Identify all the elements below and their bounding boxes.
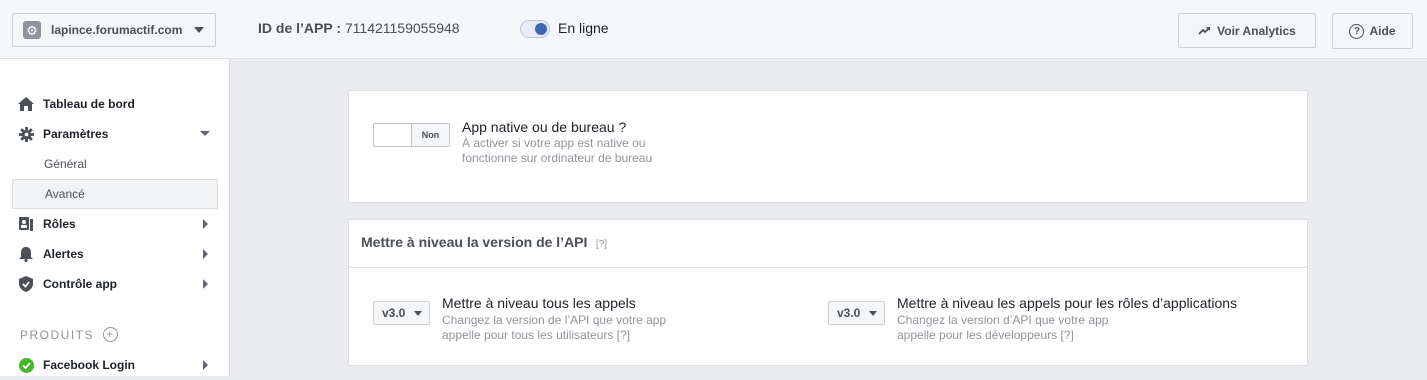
roles-calls-version-select[interactable]: v3.0 bbox=[828, 301, 885, 325]
shield-icon bbox=[16, 276, 36, 292]
view-analytics-button[interactable]: Voir Analytics bbox=[1178, 13, 1316, 48]
all-calls-description: Changez la version de l’API que votre ap… bbox=[442, 313, 667, 342]
native-app-description: À activer si votre app est native ou fon… bbox=[462, 136, 653, 165]
app-id-label: ID de l’APP : bbox=[258, 20, 341, 36]
all-calls-version-select[interactable]: v3.0 bbox=[373, 301, 430, 325]
sidebar-item-label: Paramètres bbox=[43, 127, 109, 141]
toggle-state-label: Non bbox=[411, 124, 449, 146]
native-app-card: Non App native ou de bureau ? À activer … bbox=[348, 90, 1308, 203]
toggle-knob bbox=[535, 23, 547, 35]
sidebar: Tableau de bord Paramètres Général Avanc… bbox=[0, 59, 230, 376]
sidebar-item-label: Avancé bbox=[45, 187, 85, 201]
trend-up-icon bbox=[1198, 26, 1211, 36]
sidebar-item-label: Tableau de bord bbox=[43, 97, 135, 111]
chevron-right-icon bbox=[203, 279, 208, 289]
products-header: PRODUITS + bbox=[20, 327, 119, 342]
roles-calls-description: Changez la version d’API que votre app a… bbox=[897, 313, 1109, 342]
chevron-down-icon bbox=[869, 311, 877, 316]
chevron-right-icon bbox=[203, 219, 208, 229]
roles-icon bbox=[16, 216, 36, 232]
sidebar-item-label: Alertes bbox=[43, 247, 84, 261]
sidebar-item-general[interactable]: Général bbox=[12, 149, 218, 179]
api-upgrade-card: Mettre à niveau la version de l’API [?] … bbox=[348, 219, 1308, 366]
sidebar-item-label: Rôles bbox=[43, 217, 76, 231]
api-upgrade-title: Mettre à niveau la version de l’API bbox=[361, 234, 588, 250]
app-id-value: 711421159055948 bbox=[344, 20, 460, 36]
chevron-right-icon bbox=[203, 249, 208, 259]
roles-calls-version-value: v3.0 bbox=[837, 306, 861, 320]
app-gear-icon: ⚙ bbox=[23, 21, 41, 39]
bell-icon bbox=[16, 246, 36, 262]
sidebar-item-roles[interactable]: Rôles bbox=[12, 209, 218, 239]
native-app-toggle[interactable]: Non bbox=[373, 123, 450, 147]
chevron-right-icon bbox=[203, 360, 208, 370]
analytics-label: Voir Analytics bbox=[1217, 23, 1296, 38]
add-product-icon[interactable]: + bbox=[103, 327, 119, 342]
sidebar-item-alerts[interactable]: Alertes bbox=[12, 239, 218, 269]
sidebar-item-label: Facebook Login bbox=[43, 358, 136, 372]
chevron-down-icon bbox=[200, 131, 210, 136]
products-header-label: PRODUITS bbox=[20, 327, 95, 342]
roles-calls-title: Mettre à niveau les appels pour les rôle… bbox=[897, 295, 1238, 311]
sidebar-item-app-control[interactable]: Contrôle app bbox=[12, 269, 218, 299]
api-upgrade-help-link[interactable]: [?] bbox=[596, 239, 607, 250]
all-calls-title: Mettre à niveau tous les appels bbox=[442, 295, 636, 311]
app-id: ID de l’APP : 711421159055948 bbox=[258, 20, 460, 36]
all-calls-version-value: v3.0 bbox=[382, 306, 406, 320]
chevron-down-icon bbox=[414, 311, 422, 316]
sidebar-item-label: Général bbox=[44, 157, 87, 171]
sidebar-item-label: Contrôle app bbox=[43, 277, 117, 291]
chevron-down-icon bbox=[194, 27, 204, 33]
top-bar: ⚙ lapince.forumactif.com ID de l’APP : 7… bbox=[0, 0, 1427, 59]
sidebar-item-settings[interactable]: Paramètres bbox=[12, 119, 218, 149]
home-icon bbox=[16, 97, 36, 111]
question-icon: ? bbox=[1349, 23, 1365, 39]
check-circle-icon bbox=[16, 357, 36, 373]
api-upgrade-header: Mettre à niveau la version de l’API [?] bbox=[349, 220, 1307, 268]
help-label: Aide bbox=[1369, 24, 1396, 38]
sidebar-item-dashboard[interactable]: Tableau de bord bbox=[12, 89, 218, 119]
app-selector[interactable]: ⚙ lapince.forumactif.com bbox=[12, 13, 216, 47]
online-toggle[interactable] bbox=[520, 20, 550, 38]
help-button[interactable]: ? Aide bbox=[1332, 13, 1413, 49]
native-app-title: App native ou de bureau ? bbox=[462, 119, 627, 135]
sidebar-item-advanced[interactable]: Avancé bbox=[12, 179, 218, 209]
online-label: En ligne bbox=[558, 20, 609, 36]
gear-icon bbox=[16, 126, 36, 142]
app-name: lapince.forumactif.com bbox=[51, 23, 183, 37]
